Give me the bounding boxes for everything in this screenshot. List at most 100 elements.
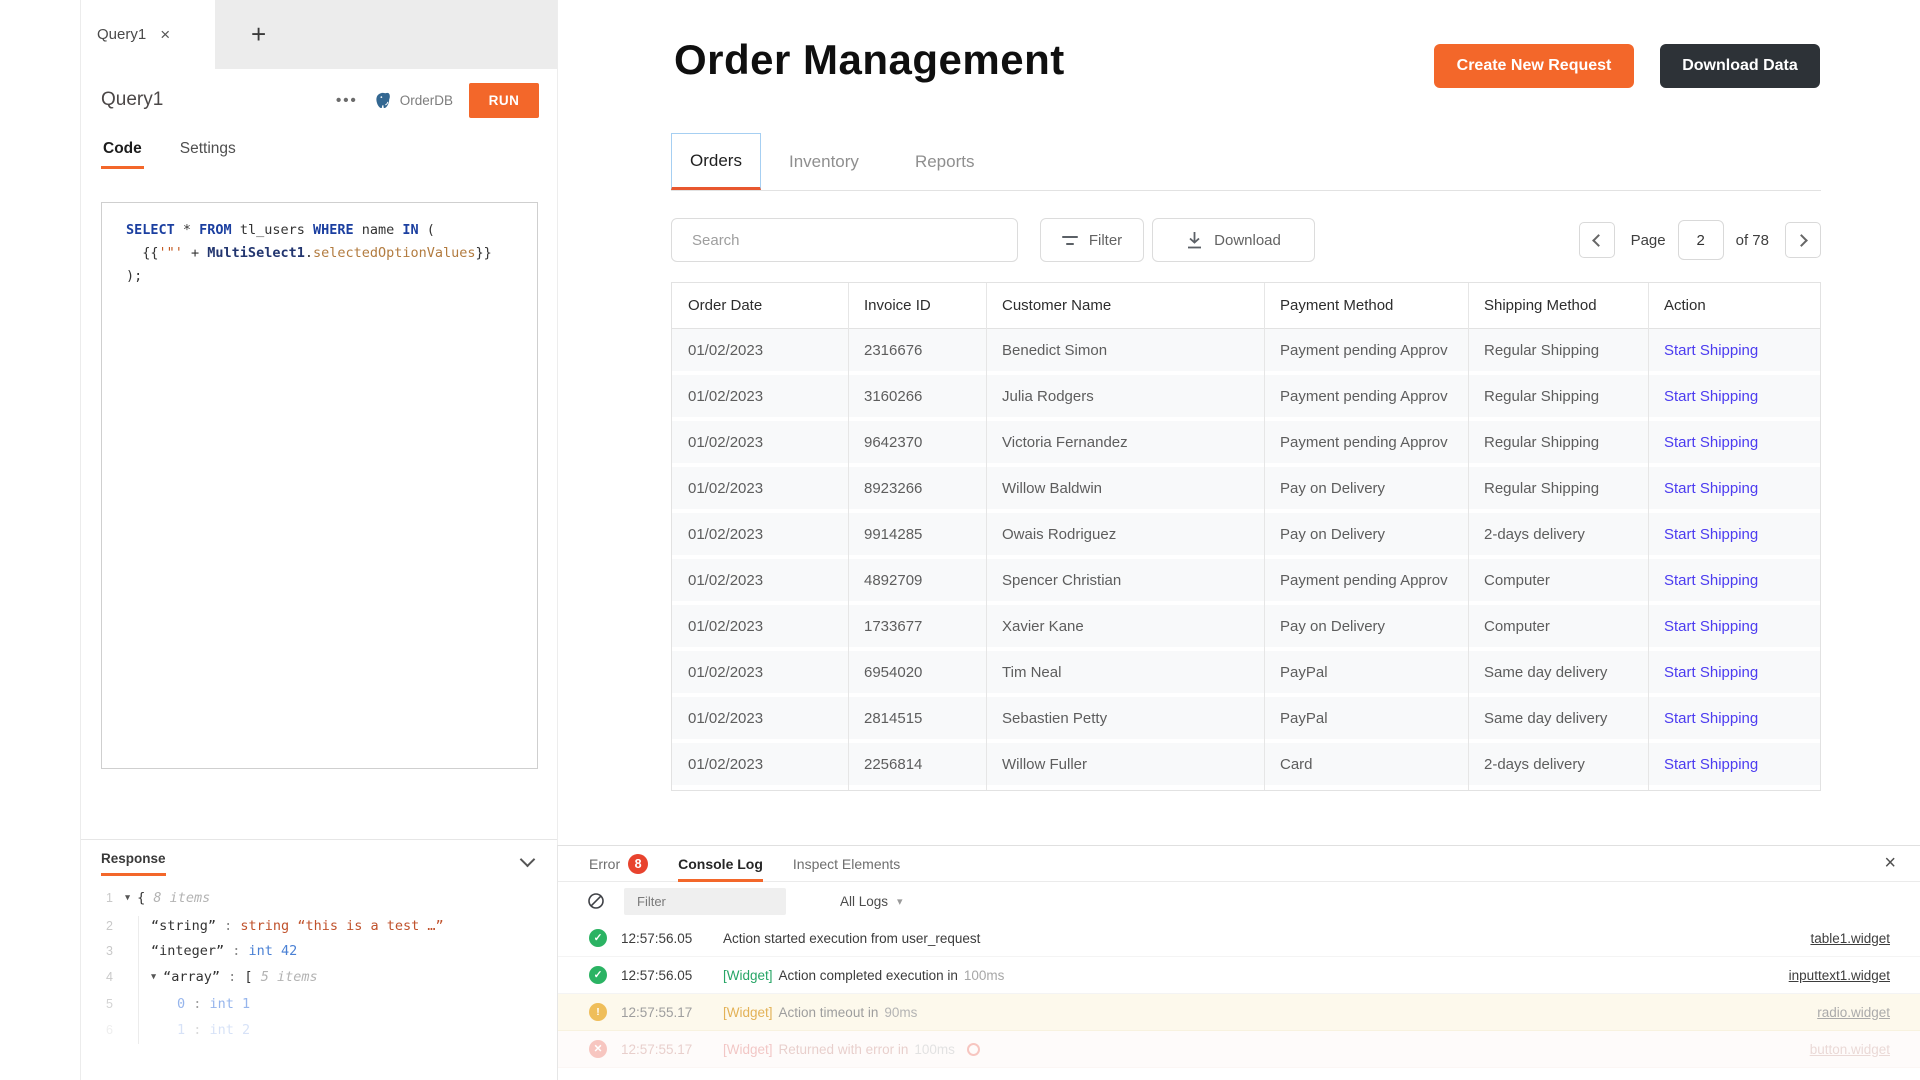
page-number-input[interactable] xyxy=(1677,220,1724,260)
close-console-icon[interactable]: × xyxy=(1884,852,1896,875)
chevron-right-icon xyxy=(1795,233,1808,247)
table-cell: Benedict Simon xyxy=(1002,341,1108,359)
line-number: 2 xyxy=(106,918,113,933)
console-filter-bar: All Logs ▾ xyxy=(558,882,1920,920)
error-tab-label: Error xyxy=(589,855,621,872)
sql-code: SELECT * FROM tl_users WHERE name IN ( {… xyxy=(126,219,533,288)
start-shipping-link[interactable]: Start Shipping xyxy=(1664,388,1758,405)
chevron-down-icon[interactable] xyxy=(519,851,536,868)
tab-orders-label: Orders xyxy=(690,150,742,170)
clear-logs-icon[interactable] xyxy=(587,892,605,910)
log-filter-input[interactable] xyxy=(624,887,786,915)
tab-inspect-elements[interactable]: Inspect Elements xyxy=(793,846,900,881)
tab-reports[interactable]: Reports xyxy=(887,133,1003,190)
tab-settings[interactable]: Settings xyxy=(178,140,238,169)
prev-page-button[interactable] xyxy=(1578,222,1615,258)
more-menu-icon[interactable]: ••• xyxy=(336,92,358,109)
run-button[interactable]: RUN xyxy=(469,82,539,118)
widget-link[interactable]: radio.widget xyxy=(1817,1005,1890,1020)
start-shipping-link[interactable]: Start Shipping xyxy=(1664,664,1758,681)
query-subtabs: Code Settings xyxy=(101,140,238,169)
widget-link[interactable]: table1.widget xyxy=(1810,931,1890,946)
start-shipping-link[interactable]: Start Shipping xyxy=(1664,618,1758,635)
column-divider xyxy=(1468,283,1469,790)
tab-error[interactable]: Error 8 xyxy=(589,846,649,881)
table-cell: Regular Shipping xyxy=(1484,479,1600,497)
chevron-left-icon xyxy=(1591,233,1605,247)
download-data-button[interactable]: Download Data xyxy=(1660,44,1820,88)
filter-button-label: Filter xyxy=(1088,231,1123,249)
table-cell: PayPal xyxy=(1280,709,1328,727)
table-cell-action: Start Shipping xyxy=(1648,526,1820,543)
table-cell-action: Start Shipping xyxy=(1648,756,1820,773)
postgresql-icon xyxy=(374,91,393,110)
filter-button[interactable]: Filter xyxy=(1040,218,1144,262)
table-cell: Same day delivery xyxy=(1484,663,1608,681)
json-line: 61 : int 2 xyxy=(81,1018,557,1044)
download-button[interactable]: Download xyxy=(1152,218,1315,262)
collapse-arrow-icon[interactable]: ▼ xyxy=(125,886,130,912)
query-editor-panel: Query1 × + Query1 ••• OrderDB RUN Code S… xyxy=(80,0,558,1080)
table-cell: 01/02/2023 xyxy=(688,479,764,497)
log-message: Action completed execution in xyxy=(778,967,958,983)
tab-orders[interactable]: Orders xyxy=(671,133,761,190)
table-cell: Victoria Fernandez xyxy=(1002,433,1128,451)
search-input[interactable] xyxy=(671,218,1018,262)
widget-link[interactable]: button.widget xyxy=(1810,1042,1890,1057)
collapse-arrow-icon[interactable]: ▼ xyxy=(151,965,156,991)
start-shipping-link[interactable]: Start Shipping xyxy=(1664,434,1758,451)
tab-code[interactable]: Code xyxy=(101,140,144,169)
table-cell: 2316676 xyxy=(864,341,923,359)
add-query-tab-icon[interactable]: + xyxy=(251,0,266,69)
log-level-dropdown[interactable]: All Logs ▾ xyxy=(840,894,903,909)
json-line: 2 “string” : string “this is a test …” xyxy=(81,914,557,940)
table-cell: Payment pending Approv xyxy=(1280,341,1448,359)
app-tabs: Orders Inventory Reports xyxy=(671,133,1821,191)
query-tab-bar: Query1 × + xyxy=(81,0,557,69)
tab-console-log[interactable]: Console Log xyxy=(678,846,763,882)
query-tab[interactable]: Query1 × xyxy=(81,0,215,69)
next-page-button[interactable] xyxy=(1785,222,1821,258)
query-title: Query1 xyxy=(101,89,164,110)
response-title: Response xyxy=(101,851,166,876)
filter-icon xyxy=(1061,235,1078,245)
app-canvas: Order Management Create New Request Down… xyxy=(558,0,1920,845)
table-cell-action: Start Shipping xyxy=(1648,572,1820,589)
log-timestamp: 12:57:55.17 xyxy=(621,1041,693,1057)
column-header: Payment Method xyxy=(1280,297,1394,314)
tab-code-label: Code xyxy=(103,140,142,157)
table-cell: Julia Rodgers xyxy=(1002,387,1094,405)
close-tab-icon[interactable]: × xyxy=(160,25,170,45)
log-message: Action timeout in xyxy=(778,1004,879,1020)
download-button-label: Download xyxy=(1214,231,1281,249)
table-cell: PayPal xyxy=(1280,663,1328,681)
table-cell: 2256814 xyxy=(864,755,923,773)
start-shipping-link[interactable]: Start Shipping xyxy=(1664,342,1758,359)
widget-link[interactable]: inputtext1.widget xyxy=(1789,968,1890,983)
start-shipping-link[interactable]: Start Shipping xyxy=(1664,756,1758,773)
table-cell-action: Start Shipping xyxy=(1648,618,1820,635)
table-cell: Sebastien Petty xyxy=(1002,709,1108,727)
table-cell: Regular Shipping xyxy=(1484,341,1600,359)
download-icon xyxy=(1186,231,1203,249)
start-shipping-link[interactable]: Start Shipping xyxy=(1664,526,1758,543)
sql-editor[interactable]: SELECT * FROM tl_users WHERE name IN ( {… xyxy=(101,202,538,769)
table-cell: 3160266 xyxy=(864,387,923,405)
table-cell: Willow Fuller xyxy=(1002,755,1088,773)
table-cell-action: Start Shipping xyxy=(1648,710,1820,727)
table-cell: 01/02/2023 xyxy=(688,709,764,727)
console-log-tab-label: Console Log xyxy=(678,855,763,872)
start-shipping-link[interactable]: Start Shipping xyxy=(1664,480,1758,497)
create-new-request-button[interactable]: Create New Request xyxy=(1434,44,1634,88)
datasource-name[interactable]: OrderDB xyxy=(400,93,453,108)
tab-inventory[interactable]: Inventory xyxy=(761,133,887,190)
page-title: Order Management xyxy=(674,36,1065,83)
console-log-entry: ✓ 12:57:56.05 [Widget] Action completed exe… xyxy=(558,957,1920,994)
log-source-tag: [Widget] xyxy=(723,1041,773,1057)
column-divider xyxy=(1648,283,1649,790)
start-shipping-link[interactable]: Start Shipping xyxy=(1664,710,1758,727)
start-shipping-link[interactable]: Start Shipping xyxy=(1664,572,1758,589)
table-cell: 01/02/2023 xyxy=(688,663,764,681)
console-log-list: ✓ 12:57:56.05 Action started execution fro… xyxy=(558,920,1920,1068)
table-cell: Tim Neal xyxy=(1002,663,1062,681)
